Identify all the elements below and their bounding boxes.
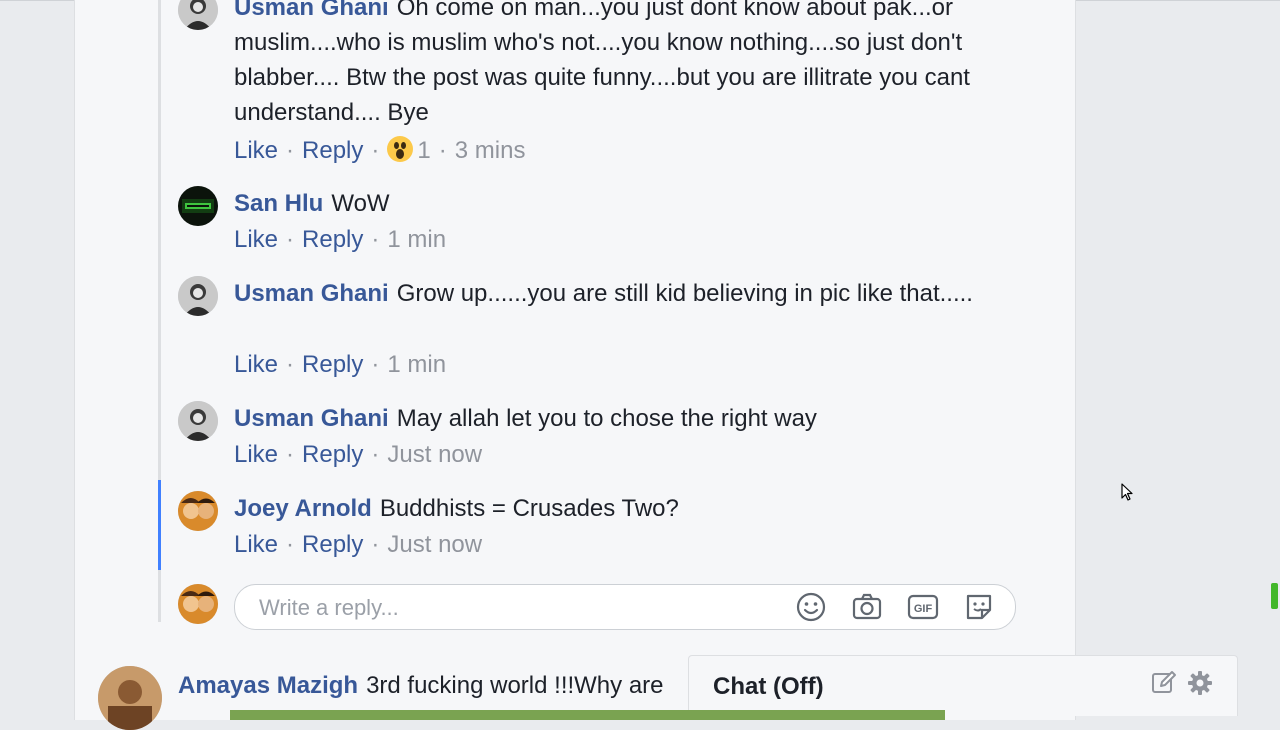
like-link[interactable]: Like (234, 137, 278, 164)
chat-bar[interactable]: Chat (Off) (688, 655, 1238, 716)
reply-box[interactable]: GIF (234, 584, 1016, 630)
reaction-count[interactable]: 1 (417, 137, 430, 164)
comment-actions: Like · Reply · Just now (234, 531, 483, 558)
avatar[interactable] (178, 186, 218, 226)
avatar[interactable] (178, 401, 218, 441)
comment-text: 3rd fucking world !!!Why are (366, 672, 664, 699)
reply-thread-highlight (158, 480, 161, 570)
comment-author[interactable]: Usman Ghani (234, 0, 389, 21)
camera-icon[interactable] (851, 591, 883, 623)
avatar (178, 584, 218, 624)
svg-text:GIF: GIF (914, 603, 933, 615)
reply-link[interactable]: Reply (302, 351, 363, 378)
mouse-cursor-icon (1121, 483, 1135, 503)
comment-time[interactable]: 3 mins (455, 137, 526, 164)
sticker-icon[interactable] (963, 591, 995, 623)
comment-time[interactable]: Just now (387, 441, 482, 468)
reply-link[interactable]: Reply (302, 531, 363, 558)
compose-icon[interactable] (1151, 670, 1177, 701)
comment-actions: Like · Reply · 1 min (234, 226, 447, 253)
gif-icon[interactable]: GIF (907, 591, 939, 623)
like-link[interactable]: Like (234, 226, 278, 253)
comment-author[interactable]: Usman Ghani (234, 280, 389, 307)
comment-actions: Like · Reply · Just now (234, 441, 483, 468)
comment-time[interactable]: Just now (387, 531, 482, 558)
reply-link[interactable]: Reply (302, 137, 363, 164)
comment-text: Grow up......you are still kid believing… (396, 280, 973, 307)
comment-text: Buddhists = Crusades Two? (379, 495, 679, 522)
reply-composer: GIF (178, 584, 1018, 630)
avatar[interactable] (98, 666, 162, 730)
comment-author[interactable]: Joey Arnold (234, 495, 372, 522)
comment-author[interactable]: Amayas Mazigh (178, 672, 358, 699)
comment-text: May allah let you to chose the right way (396, 405, 817, 432)
like-link[interactable]: Like (234, 351, 278, 378)
emoji-icon[interactable] (795, 591, 827, 623)
like-link[interactable]: Like (234, 531, 278, 558)
chat-title[interactable]: Chat (Off) (713, 673, 824, 701)
avatar[interactable] (178, 276, 218, 316)
reply-link[interactable]: Reply (302, 441, 363, 468)
wow-emoji-icon[interactable] (387, 136, 414, 162)
comment-text: WoW (331, 190, 390, 217)
comment-author[interactable]: Usman Ghani (234, 405, 389, 432)
comment-actions: Like · Reply · 1 · 3 mins (234, 136, 526, 164)
comment-time[interactable]: 1 min (387, 226, 446, 253)
settings-gear-icon[interactable] (1187, 670, 1213, 701)
comment-author[interactable]: San Hlu (234, 190, 323, 217)
scrollbar-thumb[interactable] (1271, 583, 1278, 609)
like-link[interactable]: Like (234, 441, 278, 468)
bottom-bar (230, 710, 945, 720)
comment-time[interactable]: 1 min (387, 351, 446, 378)
reply-link[interactable]: Reply (302, 226, 363, 253)
reply-input[interactable] (257, 591, 781, 625)
comment-actions: Like · Reply · 1 min (234, 351, 447, 378)
avatar[interactable] (178, 491, 218, 531)
